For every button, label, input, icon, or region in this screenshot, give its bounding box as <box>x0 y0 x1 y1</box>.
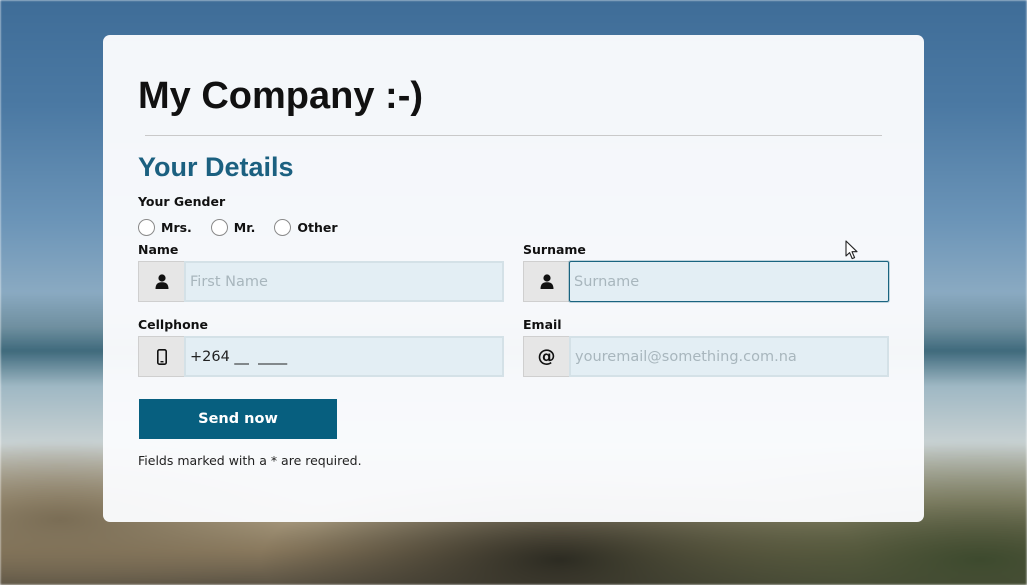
user-icon <box>523 261 569 302</box>
surname-input[interactable] <box>569 261 889 302</box>
radio-other[interactable] <box>274 218 292 236</box>
name-label: Name <box>138 242 179 257</box>
cellphone-field-group <box>138 336 504 377</box>
cellphone-input[interactable] <box>184 336 504 377</box>
email-label: Email <box>523 317 562 332</box>
email-field-group: @ <box>523 336 889 377</box>
section-title: Your Details <box>138 152 294 182</box>
cellphone-label: Cellphone <box>138 317 209 332</box>
at-sign-icon: @ <box>523 336 569 377</box>
required-fields-note: Fields marked with a * are required. <box>138 453 362 468</box>
gender-option-other[interactable]: Other <box>274 218 338 236</box>
radio-label-mr: Mr. <box>233 219 256 235</box>
email-input[interactable] <box>569 336 889 377</box>
surname-label: Surname <box>523 242 586 257</box>
name-field-group <box>138 261 504 302</box>
radio-label-mrs: Mrs. <box>161 219 192 235</box>
radio-mr[interactable] <box>210 218 228 236</box>
first-name-input[interactable] <box>184 261 504 302</box>
page-title: My Company :-) <box>138 75 423 117</box>
form-card: My Company :-) Your Details Your Gender … <box>103 35 924 522</box>
send-now-button[interactable]: Send now <box>139 399 337 439</box>
radio-label-other: Other <box>297 219 338 235</box>
user-icon <box>138 261 184 302</box>
divider <box>145 135 882 136</box>
gender-label: Your Gender <box>138 194 226 209</box>
gender-option-mr[interactable]: Mr. <box>210 218 256 236</box>
gender-option-mrs[interactable]: Mrs. <box>138 218 192 236</box>
at-sign-glyph: @ <box>537 346 556 367</box>
gender-radio-group: Mrs. Mr. Other <box>138 217 357 237</box>
surname-field-group <box>523 261 889 302</box>
mouse-pointer-icon <box>845 240 858 260</box>
radio-mrs[interactable] <box>138 218 155 236</box>
mobile-phone-icon <box>138 336 184 377</box>
